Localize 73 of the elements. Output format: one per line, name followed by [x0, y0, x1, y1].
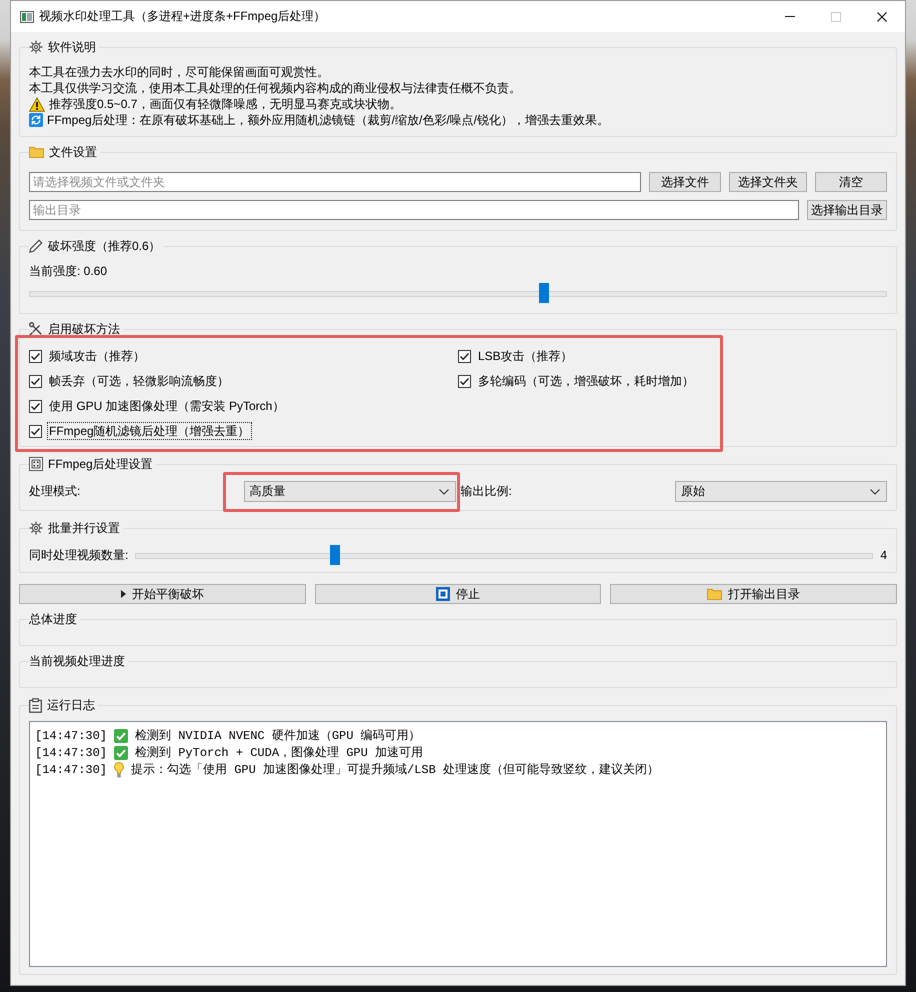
field-label: 同时处理视频数量: [29, 546, 128, 564]
info-text: 本工具仅供学习交流，使用本工具处理的任何视频内容构成的商业侵权与法律责任概不负责。 [29, 80, 521, 96]
checkbox-label[interactable]: FFmpeg随机滤镜后处理（增强去重） [47, 422, 252, 440]
strength-reading: 当前强度: 0.60 [29, 263, 108, 279]
info-text: 推荐强度0.5~0.7，画面仅有轻微降噪感，无明显马赛克或块状物。 [49, 96, 402, 112]
info-text: FFmpeg后处理：在原有破坏基础上，额外应用随机滤镜链（裁剪/缩放/色彩/噪点/锐化），增强去重效果。 [47, 112, 610, 128]
window-title: 视频水印处理工具（多进程+进度条+FFmpeg后处理） [39, 8, 327, 25]
checkbox[interactable] [458, 350, 471, 362]
gear-icon [29, 40, 43, 54]
file-button[interactable]: 选择文件夹 [729, 172, 807, 192]
count-slider[interactable] [135, 545, 874, 565]
group-title: 文件设置 [49, 144, 97, 160]
dropdown[interactable]: 原始 [675, 481, 887, 502]
log-timestamp: [14:47:30] [35, 728, 108, 742]
value-reading: 4 [880, 548, 887, 562]
checkbox[interactable] [29, 400, 42, 412]
slider-thumb[interactable] [538, 283, 549, 303]
refresh-icon [29, 113, 43, 127]
open-folder-button[interactable]: 打开输出目录 [610, 584, 897, 604]
clipboard-icon [29, 698, 42, 712]
folder-icon [707, 588, 722, 600]
group-title: 总体进度 [29, 611, 77, 627]
group-title: 批量并行设置 [48, 520, 120, 536]
checkbox-label[interactable]: 使用 GPU 加速图像处理（需安装 PyTorch） [47, 397, 286, 415]
checkbox-label[interactable]: 多轮编码（可选，增强破坏，耗时增加） [476, 372, 696, 390]
strength-slider[interactable] [29, 283, 887, 303]
dropdown[interactable]: 高质量 [244, 481, 456, 502]
play-icon [120, 590, 126, 598]
log-message: 提示：勾选「使用 GPU 加速图像处理」可提升频域/LSB 处理速度（但可能导致竖纹，建议关闭） [131, 762, 660, 778]
file-button[interactable]: 选择文件 [649, 172, 721, 192]
maximize-icon [831, 12, 841, 22]
group-title: 破坏强度（推荐0.6） [48, 238, 161, 254]
chevron-down-icon [870, 488, 880, 494]
group-title: 运行日志 [47, 697, 95, 713]
group-title: 启用破坏方法 [48, 321, 120, 337]
checkbox-label[interactable]: 频域攻击（推荐） [47, 347, 147, 365]
app-icon [20, 10, 34, 22]
folder-icon [29, 146, 44, 158]
check-icon [114, 746, 128, 760]
checkbox[interactable] [458, 374, 471, 388]
chevron-down-icon [438, 488, 448, 494]
checkbox[interactable] [29, 350, 42, 362]
stop-button[interactable]: 停止 [314, 584, 602, 604]
info-text: 本工具在强力去水印的同时，尽可能保留画面可观赏性。 [29, 64, 329, 80]
start-button[interactable]: 开始平衡破坏 [19, 584, 306, 604]
group-title: 软件说明 [48, 39, 96, 55]
checkbox-label[interactable]: LSB攻击（推荐） [476, 347, 575, 365]
minimize-icon [785, 16, 795, 17]
output-field[interactable]: 输出目录 [29, 200, 799, 220]
log-timestamp: [14:47:30] [35, 746, 108, 760]
slider-thumb[interactable] [330, 545, 340, 565]
frame-icon [29, 457, 43, 471]
field-label: 处理模式: [29, 483, 82, 500]
check-icon [114, 728, 128, 742]
tools-icon [29, 322, 43, 336]
log-message: 检测到 NVIDIA NVENC 硬件加速（GPU 编码可用） [135, 728, 421, 744]
close-icon [877, 12, 887, 22]
gear-icon [29, 521, 43, 535]
checkbox-label[interactable]: 帧丢弃（可选，轻微影响流畅度） [47, 372, 231, 390]
group-title: 当前视频处理进度 [29, 653, 125, 669]
file-button[interactable]: 清空 [815, 172, 887, 192]
path-field[interactable]: 请选择视频文件或文件夹 [29, 172, 641, 192]
warning-icon [29, 96, 45, 112]
checkbox[interactable] [29, 374, 42, 388]
group-title: FFmpeg后处理设置 [48, 456, 153, 472]
field-label: 输出比例: [460, 483, 513, 500]
lightbulb-icon [114, 762, 124, 778]
checkbox[interactable] [29, 424, 42, 438]
log-message: 检测到 PyTorch + CUDA，图像处理 GPU 加速可用 [135, 745, 424, 761]
pencil-icon [29, 239, 43, 253]
log-timestamp: [14:47:30] [35, 762, 108, 776]
output-button[interactable]: 选择输出目录 [807, 200, 887, 220]
stop-icon [436, 587, 450, 601]
